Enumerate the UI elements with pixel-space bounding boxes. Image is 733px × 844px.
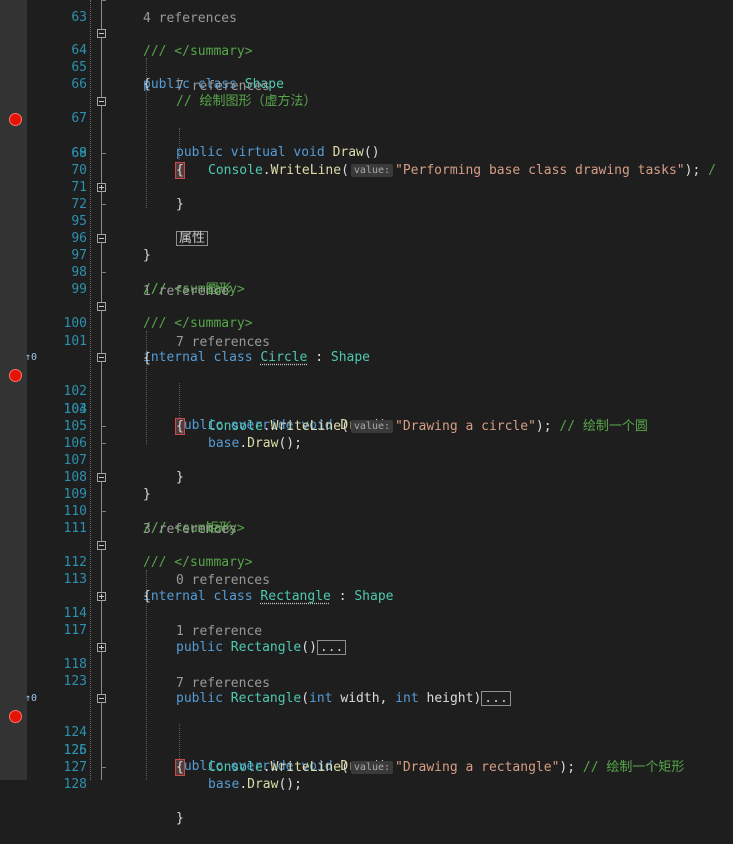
code-line[interactable]: 100 internal class Circle : Shape — [0, 298, 733, 365]
override-arrow-icon[interactable]: ↑0 — [25, 349, 37, 366]
code-line[interactable]: 64 public class Shape — [0, 25, 733, 92]
code-line[interactable]: 114 public Rectangle()... — [0, 588, 733, 655]
code-line[interactable]: 106 } — [0, 418, 733, 485]
collapse-icon[interactable] — [97, 302, 106, 311]
line-number: 117 — [63, 623, 87, 638]
code-line[interactable]: 66 // 绘制图形（虚方法） — [0, 59, 733, 109]
code-line[interactable]: 127 base.Draw(); — [0, 742, 733, 792]
codelens-references[interactable]: 1 reference — [176, 623, 262, 640]
code-line[interactable]: 112 internal class Rectangle : Shape — [0, 537, 733, 604]
expand-icon[interactable] — [97, 643, 106, 652]
code-line[interactable]: 69 Console.WriteLine(value: "Performing b… — [0, 128, 733, 178]
code-line[interactable]: 123 — [0, 656, 733, 689]
code-line[interactable]: 113 { — [0, 554, 733, 604]
breakpoint-icon[interactable] — [9, 369, 22, 382]
code-line[interactable]: 117 — [0, 605, 733, 638]
collapse-icon[interactable] — [97, 353, 106, 362]
code-line[interactable]: 70 } — [0, 145, 733, 212]
collapse-icon[interactable] — [97, 541, 106, 550]
line-number: 66 — [71, 77, 87, 92]
code-line[interactable]: 128 } — [0, 759, 733, 826]
breakpoint-icon[interactable] — [9, 113, 22, 126]
code-line[interactable]: 109 /// <summary> — [0, 469, 733, 536]
override-arrow-icon[interactable]: ↑0 — [25, 690, 37, 707]
code-line[interactable]: 108 — [0, 452, 733, 485]
collapse-icon[interactable] — [97, 473, 106, 482]
line-number: 111 — [63, 521, 87, 536]
brace: { — [143, 77, 151, 92]
code-line[interactable]: 126 Console.WriteLine(value: "Drawing a r… — [0, 725, 733, 775]
breakpoint-icon[interactable] — [9, 710, 22, 723]
code-line[interactable]: 72 属性 — [0, 179, 733, 246]
code-line[interactable]: 104 Console.WriteLine(value: "Drawing a c… — [0, 384, 733, 434]
outline-tick — [101, 0, 106, 1]
expand-icon[interactable] — [97, 183, 106, 192]
code-line[interactable]: 99 /// </summary> — [0, 264, 733, 331]
codelens-references[interactable]: 0 references — [176, 572, 270, 589]
line-number: 99 — [71, 282, 87, 297]
outline-tick — [101, 272, 106, 273]
code-line[interactable]: 67 public virtual void Draw() — [0, 93, 733, 160]
code-line[interactable]: 68 { — [0, 111, 733, 179]
method-name: Draw — [247, 777, 279, 792]
outline-tick — [101, 767, 106, 768]
collapse-icon[interactable] — [97, 694, 106, 703]
outline-tick — [101, 426, 106, 427]
code-line[interactable]: 105 base.Draw(); — [0, 401, 733, 451]
code-line[interactable]: 107 } — [0, 435, 733, 502]
collapse-icon[interactable] — [97, 29, 106, 38]
code-line[interactable]: 125 { — [0, 708, 733, 776]
code-line[interactable]: 118 public Rectangle(int width, int heig… — [0, 639, 733, 706]
expand-icon[interactable] — [97, 592, 106, 601]
collapse-icon[interactable] — [97, 234, 106, 243]
code-line[interactable]: ↑0 124 public override void Draw() — [0, 690, 733, 774]
line-number: 123 — [63, 674, 87, 689]
code-line[interactable]: 97 /// <summary> — [0, 230, 733, 297]
brace: } — [176, 811, 184, 826]
parens: () — [278, 777, 295, 792]
codelens-references[interactable]: 3 references — [143, 521, 237, 538]
outline-tick — [101, 443, 106, 444]
code-editor[interactable]: 63 /// </summary> 4 references 64 public… — [0, 0, 733, 826]
code-line[interactable]: 71 — [0, 162, 733, 195]
code-line[interactable]: ↑0 102 public override void Draw() — [0, 349, 733, 433]
code-line[interactable]: 111 /// </summary> — [0, 503, 733, 570]
collapse-icon[interactable] — [97, 97, 106, 106]
outline-tick — [101, 511, 106, 512]
code-line[interactable]: 101 { — [0, 316, 733, 366]
line-number: 128 — [63, 777, 87, 792]
line-number: 101 — [63, 334, 87, 349]
code-line[interactable]: 65 { — [0, 42, 733, 92]
code-line[interactable]: 103 { — [0, 367, 733, 435]
code-line[interactable]: 98 /// 圆形 — [0, 247, 733, 297]
code-line[interactable]: 63 /// </summary> — [0, 0, 733, 59]
outline-tick — [101, 204, 106, 205]
line-number: 113 — [63, 572, 87, 587]
code-line[interactable]: 95 } — [0, 196, 733, 263]
code-line[interactable]: 96 — [0, 213, 733, 246]
outline-tick — [101, 153, 106, 154]
code-line[interactable]: 110 /// 矩形 — [0, 486, 733, 536]
line-number: 63 — [71, 10, 87, 25]
keyword: base — [208, 777, 240, 792]
